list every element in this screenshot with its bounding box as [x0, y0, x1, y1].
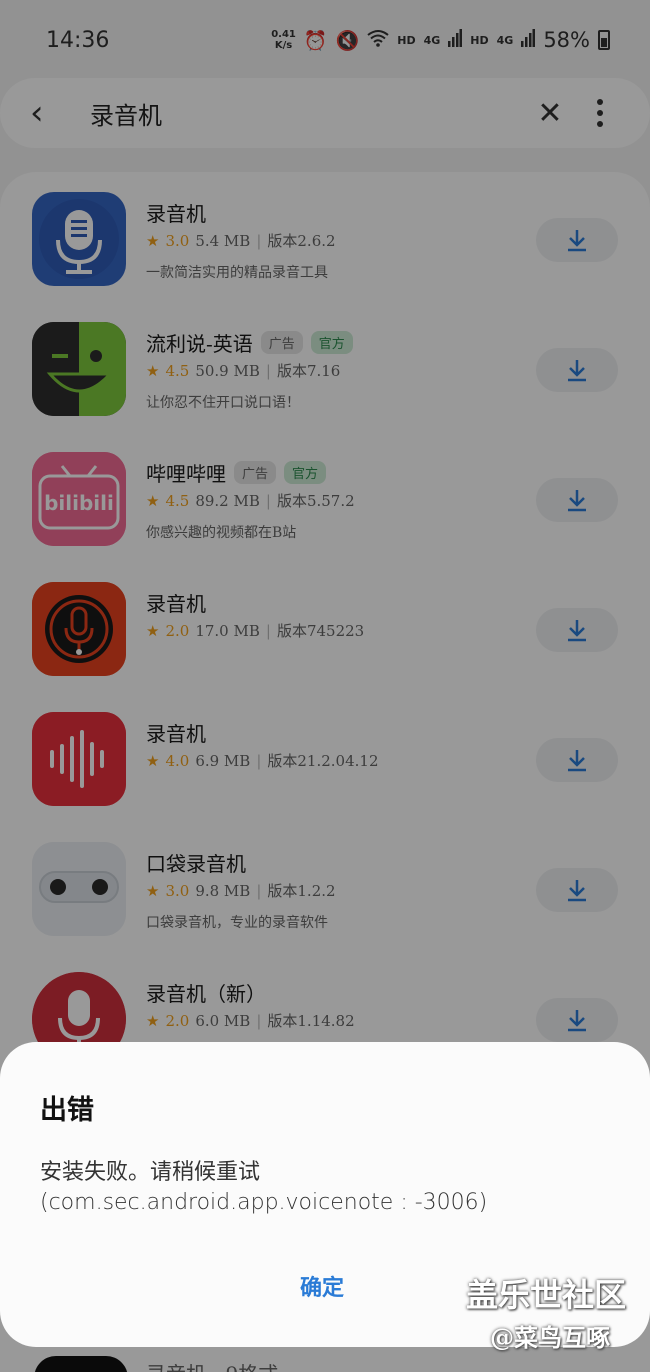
dialog-title: 出错	[40, 1095, 94, 1126]
watermark-author: @菜鸟互啄	[490, 1323, 610, 1352]
dialog-detail: (com.sec.android.app.voicenote : -3006)	[40, 1190, 488, 1215]
ok-button[interactable]: 确定	[300, 1270, 344, 1302]
dialog-message: 安装失败。请稍候重试	[40, 1160, 261, 1185]
watermark-community: 盖乐世社区	[466, 1276, 627, 1314]
